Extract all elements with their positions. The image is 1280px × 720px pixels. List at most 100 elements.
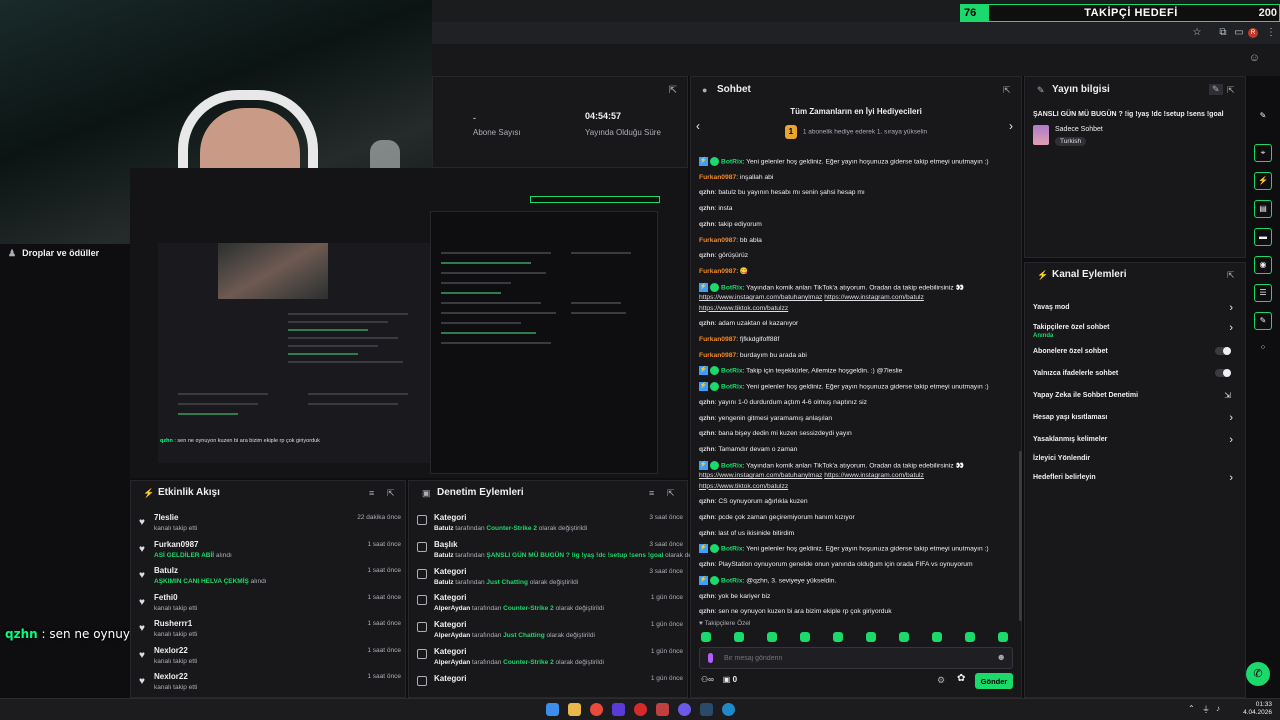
chat-username[interactable]: qzhn [699, 205, 715, 212]
toggle-switch[interactable] [1215, 369, 1231, 377]
popout-icon[interactable]: ⇱ [387, 488, 395, 499]
toggle-switch[interactable] [1215, 347, 1231, 355]
emote-icon[interactable] [833, 632, 843, 642]
extensions-icon[interactable]: ⧉ [1216, 26, 1230, 40]
edit-icon[interactable]: ✎ [1209, 84, 1223, 95]
chevron-right-icon[interactable]: › [1229, 302, 1233, 314]
filter-icon[interactable]: ≡ [369, 488, 374, 498]
document-icon[interactable]: ▤ [1254, 200, 1272, 218]
chevron-right-icon[interactable]: › [1229, 434, 1233, 446]
chevron-right-icon[interactable]: › [1229, 412, 1233, 424]
chat-username[interactable]: qzhn [699, 561, 715, 568]
chat-username[interactable]: qzhn [699, 446, 715, 453]
help-fab-button[interactable]: ✆ [1246, 662, 1270, 686]
chat-link[interactable]: https://www.tiktok.com/batulzz [699, 483, 788, 490]
chat-username[interactable]: Furkan0987 [699, 237, 736, 244]
chat-username[interactable]: Furkan0987 [699, 268, 736, 275]
moderation-item[interactable]: Kategori Batulz tarafından Counter-Strike… [417, 513, 683, 539]
bolt-tool-icon[interactable]: ⚡ [1254, 172, 1272, 190]
chat-username[interactable]: Furkan0987 [699, 336, 736, 343]
gear-icon[interactable]: ⚙ [937, 675, 945, 686]
emote-icon[interactable] [899, 632, 909, 642]
chat-username[interactable]: Furkan0987 [699, 174, 736, 181]
activity-item[interactable]: ♥ Batulz AŞKIMIN CANI HELVA ÇEKMİŞ alındı 1… [139, 566, 401, 592]
chat-username[interactable]: qzhn [699, 320, 715, 327]
channel-action-item[interactable]: Yasaklanmış kelimeler › [1033, 433, 1239, 451]
chat-username[interactable]: BotRix [721, 577, 743, 584]
app3-icon[interactable] [678, 703, 691, 716]
steam-icon[interactable] [700, 703, 713, 716]
moderation-item[interactable]: Kategori AlperAydan tarafından Just Chatt… [417, 620, 683, 646]
app-icon[interactable] [612, 703, 625, 716]
popout-icon[interactable]: ⇱ [667, 488, 675, 499]
filter-icon[interactable]: ≡ [649, 488, 654, 498]
broadcast-icon[interactable]: ◉ [1254, 256, 1272, 274]
moderation-item[interactable]: Kategori 1 gün önce [417, 674, 683, 700]
chat-input[interactable] [724, 652, 984, 665]
app4-icon[interactable] [722, 703, 735, 716]
more-icon[interactable]: ⁘ [1254, 340, 1272, 358]
chat-username[interactable]: Furkan0987 [699, 352, 736, 359]
emote-icon[interactable] [767, 632, 777, 642]
moderation-item[interactable]: Kategori AlperAydan tarafından Counter-St… [417, 647, 683, 673]
clock[interactable]: 01:33 4.04.2026 [1243, 701, 1272, 717]
opera-icon[interactable] [634, 703, 647, 716]
emote-icon[interactable] [701, 632, 711, 642]
channel-action-item[interactable]: Abonelere özel sohbet [1033, 345, 1239, 363]
start-icon[interactable] [546, 703, 559, 716]
activity-item[interactable]: ♥ Nexlor22 kanalı takip etti 1 saat önce [139, 672, 401, 698]
emote-icon[interactable] [965, 632, 975, 642]
chat-username[interactable]: BotRix [721, 284, 743, 291]
external-link-icon[interactable]: ⇲ [1224, 391, 1231, 400]
star-icon[interactable]: ☆ [1190, 26, 1204, 40]
chevron-right-icon[interactable]: › [1229, 322, 1233, 334]
points-icon[interactable]: ▣ [723, 675, 731, 684]
chat-username[interactable]: qzhn [699, 415, 715, 422]
moderation-item[interactable]: Kategori AlperAydan tarafından Counter-St… [417, 593, 683, 619]
edit-icon[interactable]: ✎ [1254, 108, 1272, 126]
emoji-icon[interactable]: ☻ [997, 652, 1006, 662]
chat-link[interactable]: https://www.instagram.com/batuhanylmaz [699, 294, 822, 301]
chrome-icon[interactable] [590, 703, 603, 716]
chat-username[interactable]: BotRix [721, 383, 743, 390]
chat-username[interactable]: BotRix [721, 368, 743, 375]
emote-icon[interactable] [866, 632, 876, 642]
user-avatar-icon[interactable]: ☺ [1249, 52, 1260, 64]
emote-icon[interactable] [800, 632, 810, 642]
popout-icon[interactable]: ⇱ [1227, 85, 1235, 96]
emote-icon[interactable] [932, 632, 942, 642]
chat-username[interactable]: qzhn [699, 252, 715, 259]
emote-icon[interactable] [998, 632, 1008, 642]
chat-input-box[interactable]: ☻ [699, 647, 1013, 669]
activity-item[interactable]: ♥ Nexlor22 kanalı takip etti 1 saat önce [139, 646, 401, 672]
channel-action-item[interactable]: Yapay Zeka ile Sohbet Denetimi ⇲ [1033, 389, 1239, 407]
emote-icon[interactable] [734, 632, 744, 642]
volume-icon[interactable]: ♪ [1216, 704, 1220, 713]
chat-tool-icon[interactable]: ▬ [1254, 228, 1272, 246]
chat-username[interactable]: BotRix [721, 158, 743, 165]
file-explorer-icon[interactable] [568, 703, 581, 716]
moderation-item[interactable]: Başlık Batulz tarafından ŞANSLI GÜN MÜ BU… [417, 540, 714, 566]
channel-action-item[interactable]: Yavaş mod › [1033, 301, 1239, 319]
chat-scrollbar[interactable] [1019, 451, 1022, 621]
sidebar-icon[interactable]: ▭ [1232, 26, 1246, 40]
activity-item[interactable]: ♥ Rusherrr1 kanalı takip etti 1 saat önce [139, 619, 401, 645]
chat-username[interactable]: qzhn [699, 221, 715, 228]
channel-action-item[interactable]: Hesap yaşı kısıtlaması › [1033, 411, 1239, 429]
chat-link[interactable]: https://www.instagram.com/batuhanylmaz [699, 472, 822, 479]
layers-icon[interactable]: ☰ [1254, 284, 1272, 302]
chat-username[interactable]: qzhn [699, 530, 715, 537]
channel-action-item[interactable]: Hedefleri belirleyin › [1033, 471, 1239, 489]
profile-avatar[interactable]: R [1248, 28, 1258, 38]
chat-link[interactable]: https://www.instagram.com/batulz [824, 294, 924, 301]
chat-link[interactable]: https://www.tiktok.com/batulzz [699, 305, 788, 312]
send-button[interactable]: Gönder [975, 673, 1013, 689]
channel-action-item[interactable]: İzleyici Yönlendir [1033, 452, 1239, 470]
wrench-tool-icon[interactable]: ✎ [1254, 312, 1272, 330]
channel-action-item[interactable]: Takipçilere özel sohbet Anında › [1033, 321, 1239, 339]
chat-username[interactable]: BotRix [721, 462, 743, 469]
channel-action-item[interactable]: Yalnızca ifadelerle sohbet [1033, 367, 1239, 385]
tray-chevron-icon[interactable]: ⌃ [1188, 704, 1195, 713]
chevron-right-icon[interactable]: › [1229, 472, 1233, 484]
moderation-item[interactable]: Kategori Batulz tarafından Just Chatting … [417, 567, 683, 593]
